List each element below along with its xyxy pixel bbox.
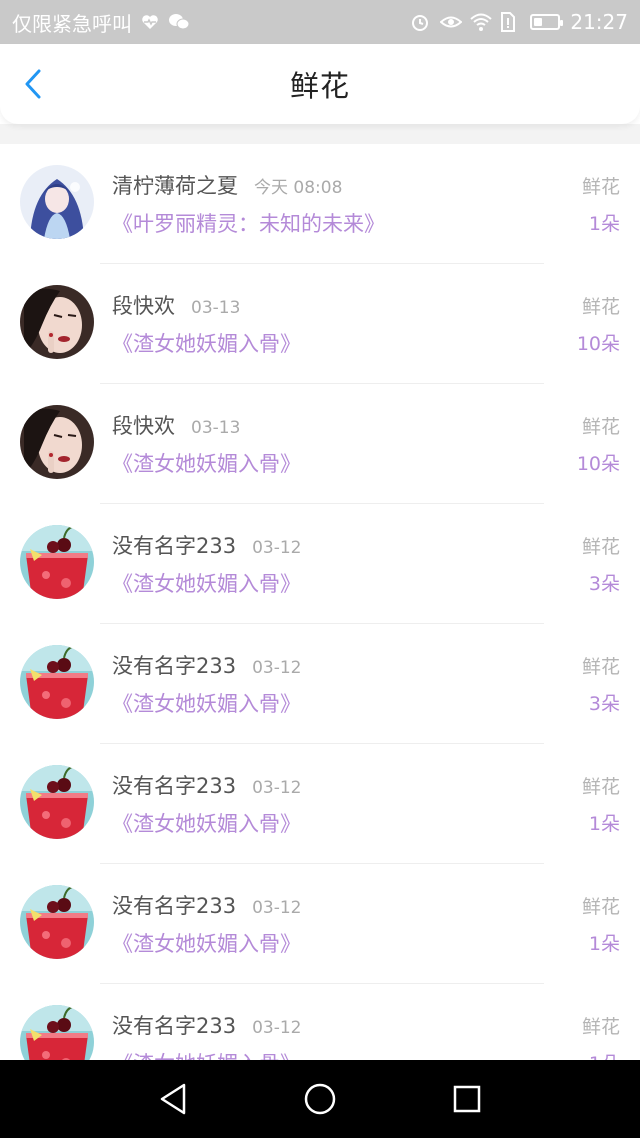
gift-type: 鲜花 xyxy=(581,416,620,438)
sender-name-text: 清柠薄荷之夏 xyxy=(112,174,238,198)
list-item[interactable]: 没有名字233 03-12 《渣女她妖媚入骨》 鲜花 3朵 xyxy=(0,624,640,744)
app-header: 鲜花 xyxy=(0,44,640,124)
book-title-link[interactable]: 《渣女她妖媚入骨》 xyxy=(112,928,301,958)
list-item[interactable]: 清柠薄荷之夏 今天 08:08 《叶罗丽精灵：未知的未来》 鲜花 1朵 xyxy=(0,144,640,264)
sender-name: 没有名字233 03-12 xyxy=(112,530,302,560)
sender-name-text: 段快欢 xyxy=(112,414,175,438)
nav-recents-button[interactable] xyxy=(447,1079,487,1119)
sender-name-text: 没有名字233 xyxy=(112,654,237,678)
back-button[interactable] xyxy=(18,68,50,100)
gift-time: 03-12 xyxy=(252,538,302,558)
nav-back-button[interactable] xyxy=(153,1079,193,1119)
page-title: 鲜花 xyxy=(289,69,350,103)
gift-count: 3朵 xyxy=(588,573,620,595)
recents-square-icon xyxy=(453,1085,480,1113)
cherry-drink-avatar[interactable] xyxy=(20,885,94,959)
list-item[interactable]: 没有名字233 03-12 《渣女她妖媚入骨》 鲜花 3朵 xyxy=(0,504,640,624)
sender-name-text: 没有名字233 xyxy=(112,534,237,558)
book-title-link[interactable]: 《渣女她妖媚入骨》 xyxy=(112,688,301,718)
sender-name: 没有名字233 03-12 xyxy=(112,1010,302,1040)
gift-time: 03-12 xyxy=(252,898,302,918)
cherry-drink-avatar[interactable] xyxy=(20,765,94,839)
chevron-left-icon xyxy=(25,69,41,99)
gift-type: 鲜花 xyxy=(581,776,620,798)
cherry-drink-avatar[interactable] xyxy=(20,525,94,599)
woman-portrait-avatar[interactable] xyxy=(20,405,94,479)
list-item[interactable]: 段快欢 03-13 《渣女她妖媚入骨》 鲜花 10朵 xyxy=(0,264,640,384)
gift-count: 1朵 xyxy=(588,813,620,835)
wechat-icon xyxy=(168,12,190,32)
gift-type: 鲜花 xyxy=(581,176,620,198)
list-item[interactable]: 没有名字233 03-12 《渣女她妖媚入骨》 鲜花 1朵 xyxy=(0,984,640,1060)
back-triangle-icon xyxy=(161,1083,186,1115)
gift-count: 1朵 xyxy=(588,933,620,955)
header-gap xyxy=(0,124,640,144)
gift-time: 03-12 xyxy=(252,658,302,678)
gift-type: 鲜花 xyxy=(581,656,620,678)
gift-count: 10朵 xyxy=(576,333,620,355)
alert-sim-icon xyxy=(500,12,520,32)
alarm-icon xyxy=(410,12,430,32)
gift-time: 03-13 xyxy=(191,418,241,438)
home-circle-icon xyxy=(304,1083,336,1115)
gift-count: 3朵 xyxy=(588,693,620,715)
carrier-text: 仅限紧急呼叫 xyxy=(12,11,132,36)
gift-count: 1朵 xyxy=(588,213,620,235)
list-item[interactable]: 段快欢 03-13 《渣女她妖媚入骨》 鲜花 10朵 xyxy=(0,384,640,504)
status-bar: 仅限紧急呼叫 21:27 xyxy=(0,0,640,44)
book-title-link[interactable]: 《渣女她妖媚入骨》 xyxy=(112,1048,301,1060)
sender-name-text: 没有名字233 xyxy=(112,1014,237,1038)
sender-name-text: 没有名字233 xyxy=(112,894,237,918)
status-time: 21:27 xyxy=(570,10,628,34)
sender-name: 清柠薄荷之夏 今天 08:08 xyxy=(112,170,342,200)
sender-name: 没有名字233 03-12 xyxy=(112,890,302,920)
book-title-link[interactable]: 《叶罗丽精灵：未知的未来》 xyxy=(112,208,385,238)
gift-count: 1朵 xyxy=(589,1049,620,1060)
battery-icon xyxy=(530,14,564,30)
book-title-link[interactable]: 《渣女她妖媚入骨》 xyxy=(112,328,301,358)
sender-name: 段快欢 03-13 xyxy=(112,290,240,320)
book-title-link[interactable]: 《渣女她妖媚入骨》 xyxy=(112,808,301,838)
gift-type: 鲜花 xyxy=(581,1016,620,1038)
gift-type: 鲜花 xyxy=(581,296,620,318)
sender-name-text: 没有名字233 xyxy=(112,774,237,798)
sender-name: 没有名字233 03-12 xyxy=(112,770,302,800)
wifi-icon xyxy=(470,12,493,32)
gift-time: 03-12 xyxy=(252,778,302,798)
flower-gift-list[interactable]: 清柠薄荷之夏 今天 08:08 《叶罗丽精灵：未知的未来》 鲜花 1朵 段快欢 03… xyxy=(0,144,640,1060)
book-title-link[interactable]: 《渣女她妖媚入骨》 xyxy=(112,448,301,478)
sender-name: 没有名字233 03-12 xyxy=(112,650,302,680)
sender-name: 段快欢 03-13 xyxy=(112,410,240,440)
status-left: 仅限紧急呼叫 xyxy=(12,8,190,37)
eye-icon xyxy=(439,12,463,32)
gift-time: 03-13 xyxy=(191,298,241,318)
gift-time: 03-12 xyxy=(252,1018,302,1038)
status-right: 21:27 xyxy=(410,10,628,34)
gift-type: 鲜花 xyxy=(581,896,620,918)
gift-type: 鲜花 xyxy=(581,536,620,558)
cherry-drink-avatar[interactable] xyxy=(20,645,94,719)
book-title-link[interactable]: 《渣女她妖媚入骨》 xyxy=(112,568,301,598)
nav-home-button[interactable] xyxy=(300,1079,340,1119)
heart-pulse-icon xyxy=(140,12,160,32)
cherry-drink-avatar[interactable] xyxy=(20,1005,94,1060)
list-item[interactable]: 没有名字233 03-12 《渣女她妖媚入骨》 鲜花 1朵 xyxy=(0,864,640,984)
list-item[interactable]: 没有名字233 03-12 《渣女她妖媚入骨》 鲜花 1朵 xyxy=(0,744,640,864)
woman-portrait-avatar[interactable] xyxy=(20,285,94,359)
anime-girl-avatar[interactable] xyxy=(20,165,94,239)
sender-name-text: 段快欢 xyxy=(112,294,175,318)
gift-count: 10朵 xyxy=(576,453,620,475)
gift-time: 今天 08:08 xyxy=(254,178,343,198)
system-nav-bar xyxy=(0,1060,640,1138)
